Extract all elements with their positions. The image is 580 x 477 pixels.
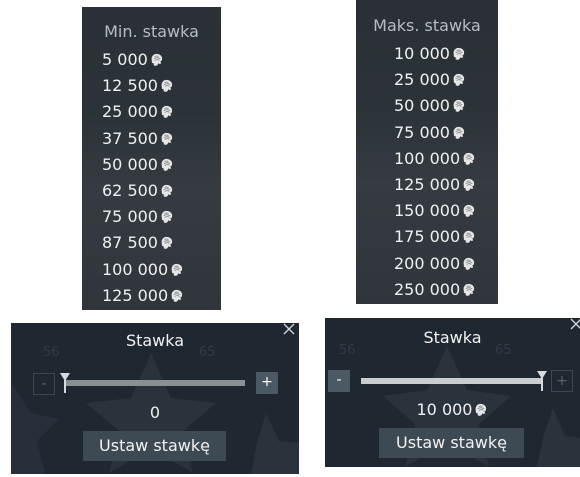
increase-button[interactable]: +: [256, 372, 278, 394]
list-item: 5 000: [82, 47, 221, 73]
bet-dialog-max: 56 65 Stawka - + 10 000 Ustaw stawkę: [325, 318, 580, 467]
min-stake-header: Min. stawka: [104, 22, 199, 41]
stake-amount: 62 500: [102, 180, 158, 200]
list-item: 250 000: [356, 277, 498, 303]
stake-slider[interactable]: [60, 373, 245, 393]
dialog-title: Stawka: [423, 328, 482, 347]
set-bet-button[interactable]: Ustaw stawkę: [379, 428, 524, 458]
min-stake-rows: 5 000 12 500 25 000 37 500 50 000 62 500 75 00…: [82, 47, 221, 309]
bet-dialog-min: 56 65 Stawka - + 0 Ustaw stawkę: [11, 323, 299, 474]
stake-value: 0: [11, 403, 299, 422]
list-item: 50 000: [356, 93, 498, 119]
stake-slider[interactable]: [361, 371, 547, 391]
lion-icon: [451, 98, 466, 113]
list-item: 125 000: [82, 283, 221, 309]
list-item: 37 500: [82, 126, 221, 152]
stake-amount: 200 000: [394, 253, 461, 273]
lion-icon: [159, 104, 174, 119]
list-item: 100 000: [82, 257, 221, 283]
decrease-button[interactable]: -: [33, 373, 55, 395]
max-stake-list: Maks. stawka 10 000 25 000 50 000 75 000 100…: [356, 0, 498, 304]
lion-icon: [169, 288, 184, 303]
lion-icon: [169, 262, 184, 277]
stake-amount: 37 500: [102, 128, 158, 148]
lion-icon: [159, 183, 174, 198]
stake-amount: 87 500: [102, 233, 158, 253]
lion-icon: [461, 203, 476, 218]
slider-thumb[interactable]: [60, 373, 70, 393]
stake-amount: 75 000: [102, 207, 158, 227]
decrease-button[interactable]: -: [328, 370, 350, 392]
list-item: 50 000: [82, 152, 221, 178]
lion-icon: [473, 402, 488, 417]
stake-amount: 100 000: [102, 259, 169, 279]
lion-icon: [461, 229, 476, 244]
lion-icon: [159, 209, 174, 224]
stake-amount: 250 000: [394, 279, 461, 299]
lion-icon: [451, 72, 466, 87]
increase-button[interactable]: +: [551, 370, 573, 392]
max-stake-rows: 10 000 25 000 50 000 75 000 100 000 125 000 15…: [356, 41, 498, 303]
list-item: 62 500: [82, 178, 221, 204]
stake-amount: 100 000: [394, 148, 461, 168]
close-icon[interactable]: [570, 318, 580, 330]
lion-icon: [159, 131, 174, 146]
stake-amount: 5 000: [102, 50, 148, 69]
stake-amount: 150 000: [394, 201, 461, 221]
slider-fill: [361, 378, 542, 384]
list-item: 200 000: [356, 251, 498, 277]
list-item: 100 000: [356, 146, 498, 172]
stake-amount: 12 500: [102, 76, 158, 96]
list-item: 12 500: [82, 73, 221, 99]
list-item: 175 000: [356, 224, 498, 250]
slider-thumb[interactable]: [537, 371, 547, 391]
lion-icon: [149, 52, 164, 67]
stake-amount: 75 000: [394, 122, 450, 142]
stake-value: 10 000: [325, 400, 580, 419]
list-item: 75 000: [356, 120, 498, 146]
lion-icon: [461, 256, 476, 271]
lion-icon: [451, 125, 466, 140]
list-item: 25 000: [356, 67, 498, 93]
stake-amount: 125 000: [394, 174, 461, 194]
stake-value-text: 10 000: [416, 400, 473, 419]
lion-icon: [159, 157, 174, 172]
lion-icon: [159, 235, 174, 250]
lion-icon: [451, 46, 466, 61]
list-item: 25 000: [82, 99, 221, 125]
lion-icon: [461, 151, 476, 166]
list-item: 75 000: [82, 204, 221, 230]
stake-amount: 175 000: [394, 227, 461, 247]
close-icon[interactable]: [283, 323, 295, 335]
dialog-title: Stawka: [125, 331, 185, 350]
lion-icon: [461, 177, 476, 192]
stake-amount: 125 000: [102, 285, 169, 305]
stake-amount: 25 000: [394, 70, 450, 90]
stake-value-text: 0: [149, 403, 161, 422]
stake-amount: 10 000: [394, 44, 450, 63]
set-bet-button[interactable]: Ustaw stawkę: [83, 431, 226, 461]
stake-amount: 25 000: [102, 102, 158, 122]
list-item: 125 000: [356, 172, 498, 198]
list-item: 87 500: [82, 230, 221, 256]
list-item: 150 000: [356, 198, 498, 224]
max-stake-header: Maks. stawka: [373, 16, 481, 35]
lion-icon: [461, 282, 476, 297]
lion-icon: [159, 78, 174, 93]
list-item: 10 000: [356, 41, 498, 67]
min-stake-list: Min. stawka 5 000 12 500 25 000 37 500 50 00…: [82, 7, 221, 310]
stake-amount: 50 000: [102, 154, 158, 174]
stake-amount: 50 000: [394, 96, 450, 116]
